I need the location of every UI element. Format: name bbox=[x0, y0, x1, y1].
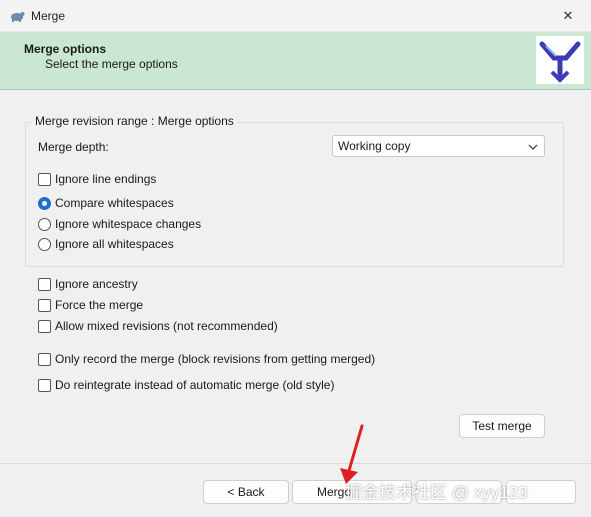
compare-whitespaces-radio[interactable]: Compare whitespaces bbox=[38, 195, 174, 211]
title-bar: Merge ✕ bbox=[0, 0, 591, 32]
only-record-merge-checkbox[interactable]: Only record the merge (block revisions f… bbox=[38, 351, 375, 367]
checkbox-box bbox=[38, 298, 51, 312]
ignore-whitespace-changes-label: Ignore whitespace changes bbox=[55, 217, 202, 231]
tortoise-app-icon bbox=[11, 12, 25, 22]
merge-depth-value: Working copy bbox=[338, 139, 411, 153]
close-icon: ✕ bbox=[562, 8, 574, 23]
only-record-merge-label: Only record the merge (block revisions f… bbox=[55, 352, 376, 366]
annotation-arrow-icon bbox=[340, 424, 364, 484]
header-subtitle: Select the merge options bbox=[45, 57, 178, 71]
chevron-down-icon bbox=[528, 144, 538, 150]
merge-depth-label: Merge depth: bbox=[38, 140, 109, 154]
merge-icon bbox=[539, 41, 581, 83]
ignore-whitespace-changes-radio[interactable]: Ignore whitespace changes bbox=[38, 216, 201, 232]
watermark-text: 掘金技术社区 @ xyy123 bbox=[345, 483, 528, 502]
back-button[interactable]: < Back bbox=[203, 480, 289, 504]
wizard-header: Merge options Select the merge options bbox=[0, 32, 591, 90]
group-legend: Merge revision range : Merge options bbox=[32, 114, 237, 128]
merge-logo bbox=[536, 36, 584, 84]
ignore-ancestry-label: Ignore ancestry bbox=[55, 277, 138, 291]
allow-mixed-revisions-label: Allow mixed revisions (not recommended) bbox=[55, 319, 278, 333]
merge-depth-select[interactable]: Working copy bbox=[332, 135, 545, 157]
compare-whitespaces-label: Compare whitespaces bbox=[55, 196, 174, 210]
checkbox-box bbox=[38, 172, 51, 186]
ignore-all-whitespaces-label: Ignore all whitespaces bbox=[55, 237, 174, 251]
checkbox-box bbox=[38, 319, 51, 333]
allow-mixed-revisions-checkbox[interactable]: Allow mixed revisions (not recommended) bbox=[38, 318, 278, 334]
test-merge-button[interactable]: Test merge bbox=[459, 414, 545, 438]
header-title: Merge options bbox=[24, 42, 107, 56]
checkbox-box bbox=[38, 352, 51, 366]
checkbox-box bbox=[38, 277, 51, 291]
force-merge-checkbox[interactable]: Force the merge bbox=[38, 297, 143, 313]
ignore-all-whitespaces-radio[interactable]: Ignore all whitespaces bbox=[38, 236, 174, 252]
close-button[interactable]: ✕ bbox=[545, 0, 591, 32]
radio-selected bbox=[38, 196, 51, 210]
radio-unselected bbox=[38, 237, 51, 251]
ignore-line-endings-label: Ignore line endings bbox=[55, 172, 157, 186]
reintegrate-checkbox[interactable]: Do reintegrate instead of automatic merg… bbox=[38, 377, 334, 393]
force-merge-label: Force the merge bbox=[55, 298, 144, 312]
ignore-ancestry-checkbox[interactable]: Ignore ancestry bbox=[38, 276, 138, 292]
reintegrate-label: Do reintegrate instead of automatic merg… bbox=[55, 378, 335, 392]
checkbox-box bbox=[38, 378, 51, 392]
window-title: Merge bbox=[31, 9, 66, 23]
footer-divider bbox=[0, 463, 591, 464]
ignore-line-endings-checkbox[interactable]: Ignore line endings bbox=[38, 171, 156, 187]
radio-unselected bbox=[38, 217, 51, 231]
